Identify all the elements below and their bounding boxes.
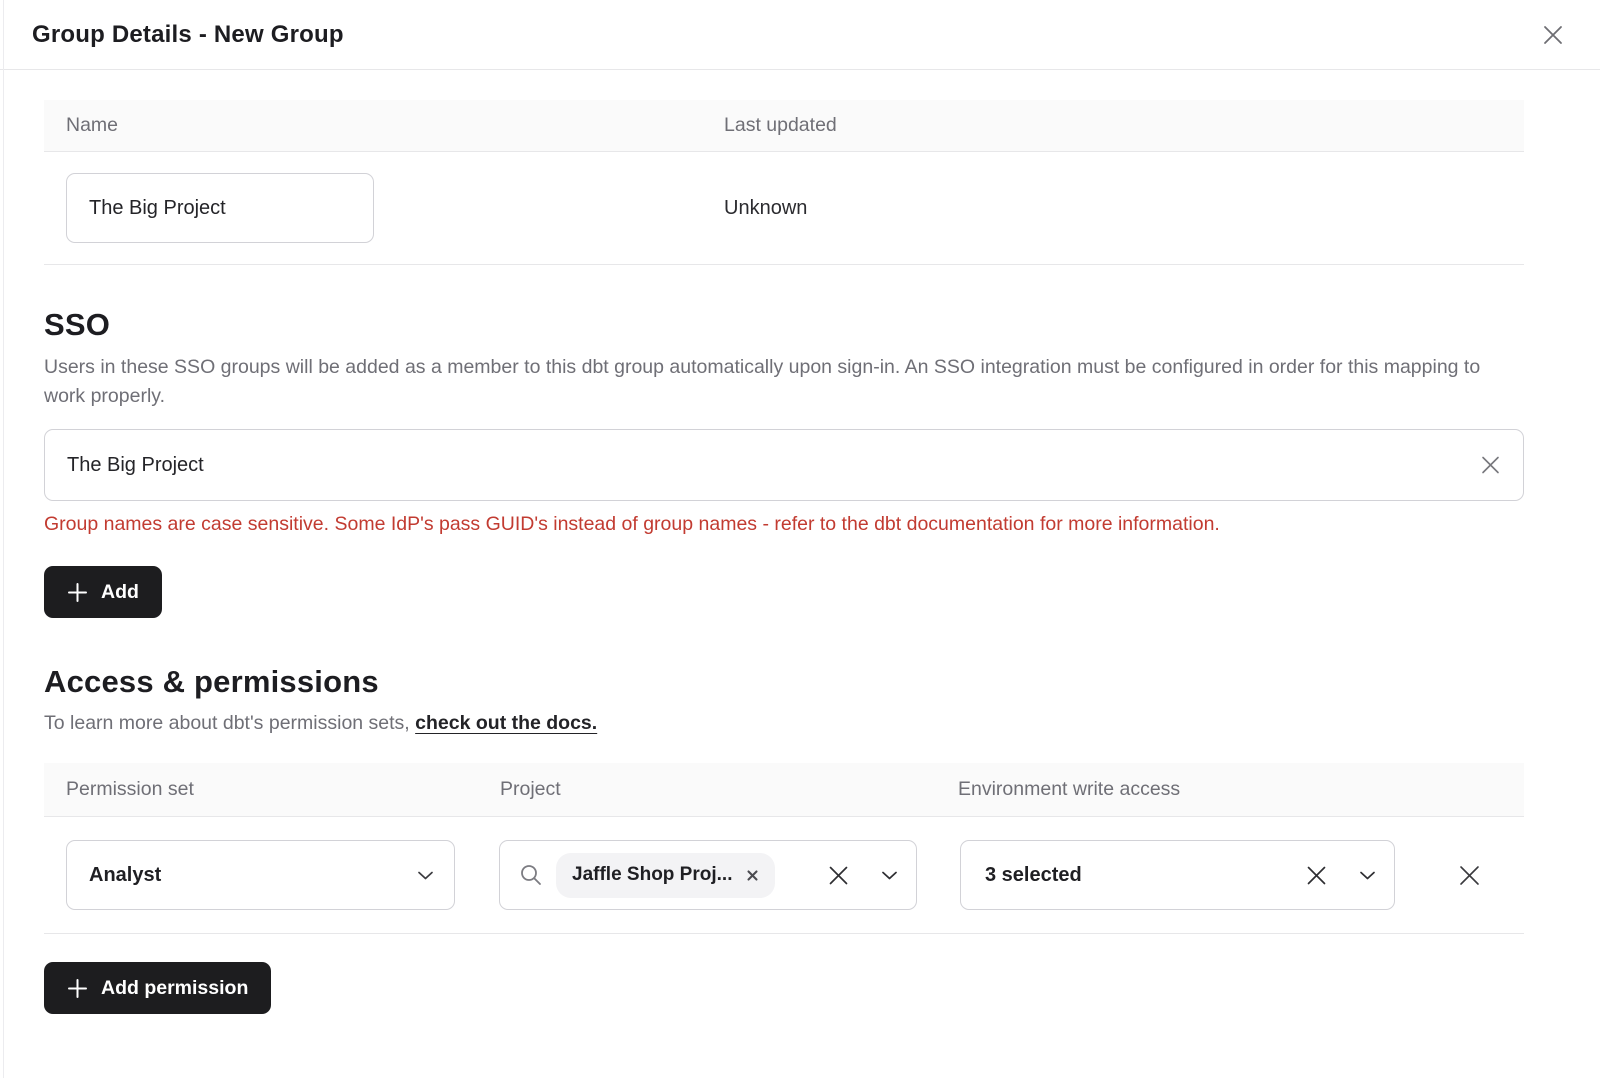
modal-header: Group Details - New Group	[0, 0, 1600, 70]
close-button[interactable]	[1538, 20, 1568, 50]
modal-left-edge	[3, 0, 4, 1078]
column-header-permission-set: Permission set	[66, 778, 500, 801]
add-permission-button-label: Add permission	[101, 977, 248, 1000]
environment-access-value: 3 selected	[985, 864, 1082, 887]
page-title: Group Details - New Group	[32, 21, 344, 49]
clear-icon	[1304, 863, 1329, 888]
table-row: Unknown	[44, 152, 1524, 265]
sso-case-sensitive-warning: Group names are case sensitive. Some IdP…	[44, 513, 1524, 536]
sso-heading: SSO	[44, 307, 1524, 343]
environment-access-multiselect[interactable]: 3 selected	[960, 840, 1395, 910]
permission-set-select[interactable]: Analyst	[66, 840, 455, 910]
project-multiselect[interactable]: Jaffle Shop Proj...	[499, 840, 917, 910]
last-updated-value: Unknown	[724, 197, 1524, 220]
project-chip-remove-button[interactable]	[746, 869, 759, 882]
add-button-label: Add	[101, 581, 139, 604]
delete-permission-row-button[interactable]	[1455, 861, 1484, 890]
environment-clear-button[interactable]	[1304, 863, 1329, 888]
sso-group-clear-button[interactable]	[1477, 452, 1504, 479]
search-icon	[518, 862, 544, 888]
group-details-table: Name Last updated Unknown	[44, 100, 1524, 265]
permissions-heading: Access & permissions	[44, 664, 1524, 700]
permissions-description: To learn more about dbt's permission set…	[44, 712, 1524, 735]
add-permission-button[interactable]: Add permission	[44, 962, 271, 1014]
chevron-down-icon	[417, 870, 434, 881]
column-header-last-updated: Last updated	[724, 114, 1524, 137]
permission-row: Analyst Jaffle Shop Proj...	[44, 817, 1524, 934]
plus-icon	[67, 582, 88, 603]
permissions-section: Access & permissions To learn more about…	[44, 664, 1524, 1014]
chevron-down-icon	[881, 870, 898, 881]
column-header-environment-write-access: Environment write access	[958, 778, 1524, 801]
permissions-table-header-row: Permission set Project Environment write…	[44, 763, 1524, 817]
permission-set-value: Analyst	[89, 864, 161, 887]
group-name-input[interactable]	[66, 173, 374, 243]
clear-icon	[1477, 452, 1504, 479]
add-sso-group-button[interactable]: Add	[44, 566, 162, 618]
permissions-description-text: To learn more about dbt's permission set…	[44, 712, 415, 734]
sso-description: Users in these SSO groups will be added …	[44, 353, 1524, 411]
sso-section: SSO Users in these SSO groups will be ad…	[44, 307, 1524, 618]
chip-remove-icon	[746, 869, 759, 882]
project-chip-label: Jaffle Shop Proj...	[572, 864, 732, 886]
clear-icon	[826, 863, 851, 888]
docs-link[interactable]: check out the docs.	[415, 712, 597, 734]
chevron-down-icon	[1359, 870, 1376, 881]
plus-icon	[67, 978, 88, 999]
project-chip[interactable]: Jaffle Shop Proj...	[556, 853, 775, 898]
close-icon	[1538, 20, 1568, 50]
column-header-project: Project	[500, 778, 958, 801]
group-table-header-row: Name Last updated	[44, 100, 1524, 152]
sso-group-input[interactable]	[44, 429, 1524, 501]
project-clear-button[interactable]	[826, 863, 851, 888]
column-header-name: Name	[66, 114, 724, 137]
delete-row-icon	[1455, 861, 1484, 890]
sso-group-field	[44, 429, 1524, 501]
permissions-table: Permission set Project Environment write…	[44, 763, 1524, 934]
